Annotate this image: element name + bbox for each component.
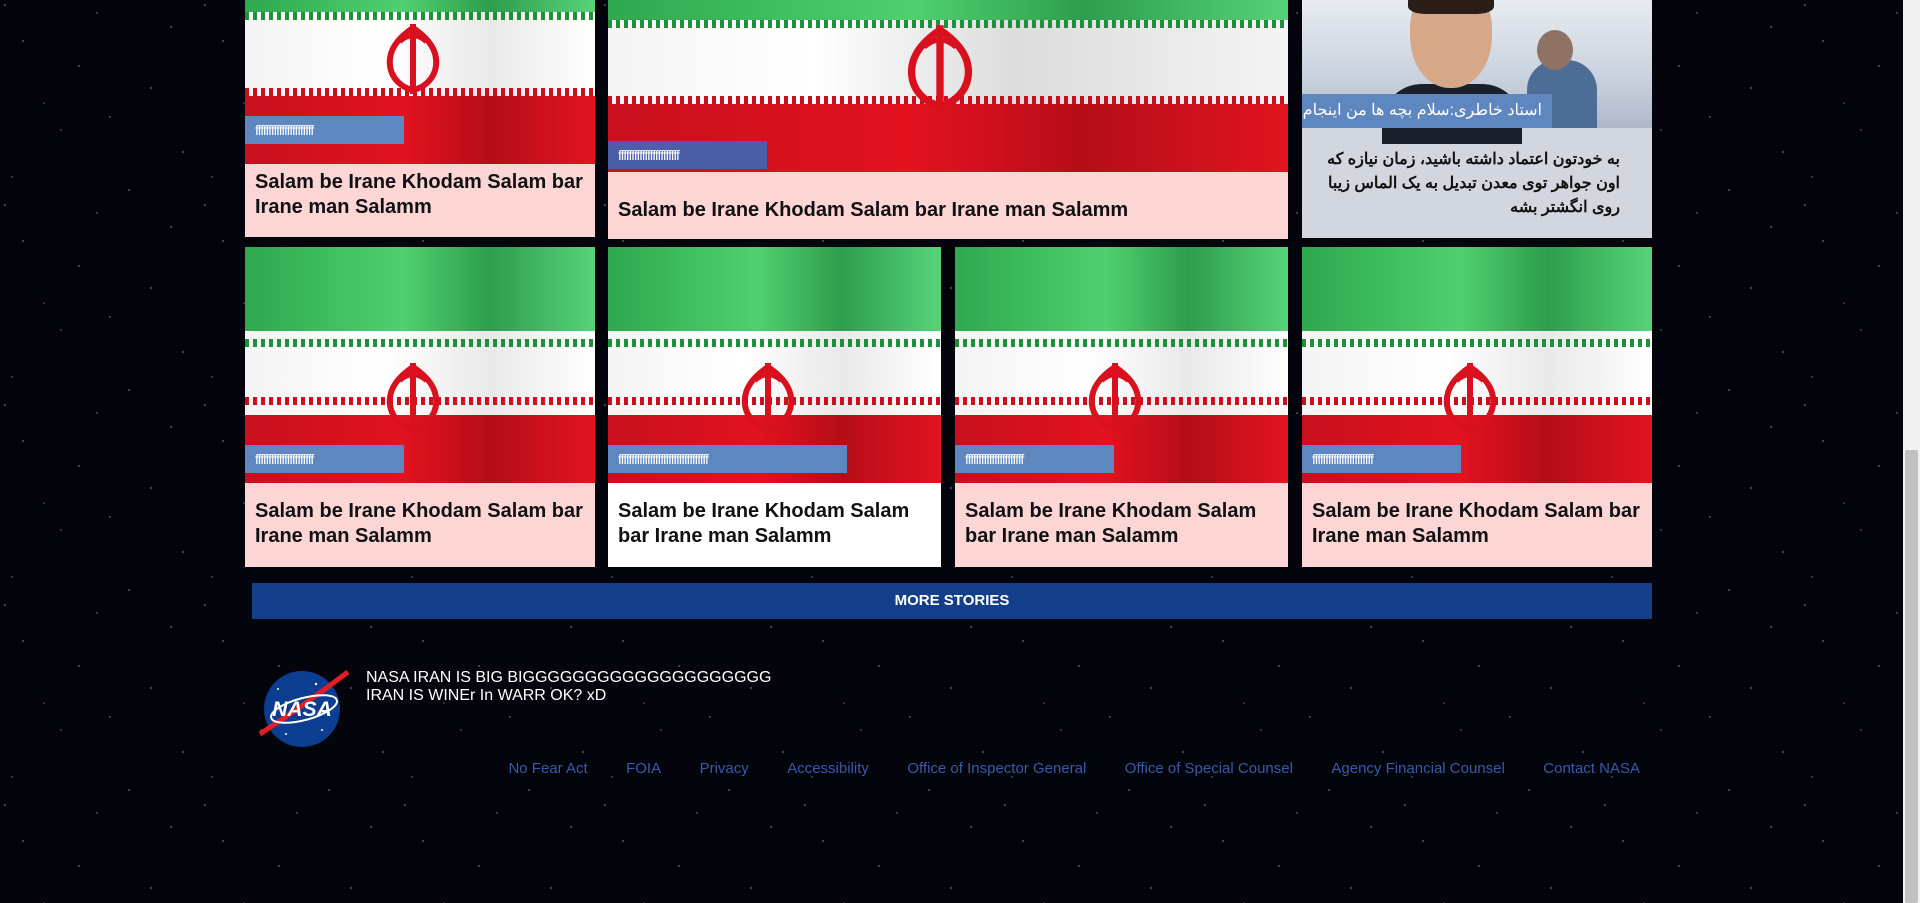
footer-link-privacy[interactable]: Privacy [700,760,749,777]
story-title[interactable]: Salam be Irane Khodam Salam bar Irane ma… [255,499,585,549]
footer-link-foia[interactable]: FOIA [626,760,661,777]
scrollbar-thumb[interactable] [1905,450,1918,903]
footer-link-no-fear-act[interactable]: No Fear Act [508,760,587,777]
story-title[interactable]: به خودتون اعتماد داشته باشید، زمان نیازه… [1310,148,1620,220]
story-title[interactable]: Salam be Irane Khodam Salam bar Irane ma… [965,499,1278,549]
footer-message-line2: IRAN IS WINEr In WARR OK? xD [366,687,607,704]
story-card[interactable]: استاد خاطری:سلام بچه ها من اینجام به خود… [1302,0,1652,238]
nasa-logo[interactable]: NASA [256,664,352,750]
story-card[interactable]: ffffffffffffffffffffff Salam be Irane Kh… [245,247,595,567]
page: ffffffffffffffffffffff Salam be Irane Kh… [0,0,1920,903]
story-title[interactable]: Salam be Irane Khodam Salam bar Irane ma… [618,499,931,549]
footer-message: NASA IRAN IS BIG BIGGGGGGGGGGGGGGGGGGGG … [366,669,771,705]
story-card[interactable]: fffffffffffffffffffffff Salam be Irane K… [608,0,1288,239]
nasa-logo-text: NASA [272,698,332,721]
story-tag[interactable]: ffffffffffffffffffffff [245,445,404,473]
more-stories-button[interactable]: MORE STORIES [252,583,1652,619]
story-card[interactable]: ffffffffffffffffffffff Salam be Irane Kh… [955,247,1288,567]
story-tag[interactable]: ffffffffffffffffffffff [245,116,404,144]
vertical-scrollbar[interactable] [1903,0,1920,903]
footer-link-inspector-general[interactable]: Office of Inspector General [907,760,1086,777]
footer-links: No Fear Act FOIA Privacy Accessibility O… [0,760,1640,778]
story-title[interactable]: Salam be Irane Khodam Salam bar Irane ma… [618,198,1278,223]
story-tag[interactable]: استاد خاطری:سلام بچه ها من اینجام [1302,94,1552,128]
footer-link-financial-counsel[interactable]: Agency Financial Counsel [1331,760,1504,777]
story-tag[interactable]: fffffffffffffffffffffff [1302,445,1461,473]
story-tag[interactable]: ffffffffffffffffffffff [955,445,1114,473]
story-card[interactable]: fffffffffffffffffffffff Salam be Irane K… [1302,247,1652,567]
footer-link-special-counsel[interactable]: Office of Special Counsel [1125,760,1293,777]
story-title[interactable]: Salam be Irane Khodam Salam bar Irane ma… [1312,499,1642,549]
footer-link-contact-nasa[interactable]: Contact NASA [1543,760,1640,777]
story-card[interactable]: ffffffffffffffffffffff Salam be Irane Kh… [245,0,595,237]
story-tag[interactable]: ffffffffffffffffffffffffffffffffff [608,445,847,473]
footer-message-line1: NASA IRAN IS BIG BIGGGGGGGGGGGGGGGGGGGG [366,669,772,686]
footer-link-accessibility[interactable]: Accessibility [787,760,869,777]
story-title[interactable]: Salam be Irane Khodam Salam bar Irane ma… [255,170,585,220]
story-card[interactable]: ffffffffffffffffffffffffffffffffff Salam… [608,247,941,567]
story-tag[interactable]: fffffffffffffffffffffff [608,141,767,169]
